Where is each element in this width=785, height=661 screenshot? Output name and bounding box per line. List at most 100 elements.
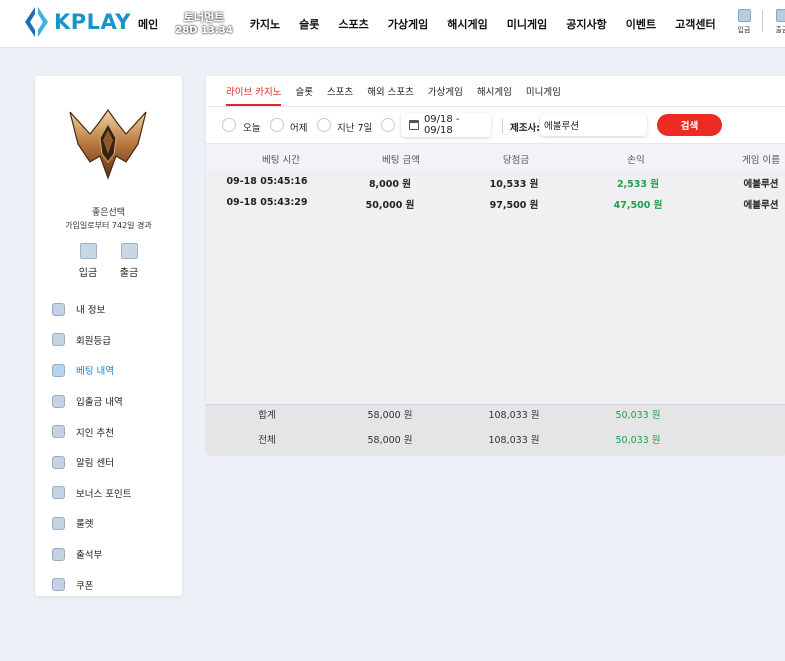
sidebar-item-label: 출석부 <box>76 550 103 562</box>
cell-bet-time: 09-18 05:43:29 <box>226 197 308 208</box>
nav-slot[interactable]: 슬롯 <box>299 16 319 32</box>
sidebar-deposit-label: 입금 <box>78 268 98 279</box>
sidebar-item-transactions[interactable]: 입출금 내역 <box>52 386 131 417</box>
radio-last7[interactable] <box>317 118 331 132</box>
nav-support[interactable]: 고객센터 <box>675 16 715 32</box>
header-divider <box>762 10 763 32</box>
nav-notice[interactable]: 공지사항 <box>566 16 606 32</box>
subtotal-row: 합계 58,000 원 108,033 원 50,033 원 <box>206 407 785 431</box>
subtotal-winnings: 108,033 원 <box>488 410 540 421</box>
tournament-timer: 28D 13:34 <box>175 25 233 36</box>
sidebar-item-my-info[interactable]: 내 정보 <box>52 294 131 325</box>
sidebar-deposit-button[interactable]: 입금 <box>73 243 103 279</box>
header-withdraw-label: 출금 <box>775 26 785 34</box>
maker-input[interactable] <box>540 114 647 136</box>
header-withdraw-button[interactable]: 출금 <box>767 9 785 35</box>
nav-mini[interactable]: 미니게임 <box>507 16 547 32</box>
points-icon <box>52 486 65 500</box>
date-range-picker[interactable]: 09/18 - 09/18 <box>401 113 491 137</box>
top-header: KPLAY 메인 토너먼트 28D 13:34 카지노 슬롯 스포츠 가상게임 … <box>0 0 785 48</box>
radio-today[interactable] <box>222 118 236 132</box>
game-tabs: 라이브 카지노 슬롯 스포츠 해외 스포츠 가상게임 해시게임 미니게임 <box>226 76 575 106</box>
tournament-label: 토너먼트 <box>183 11 225 24</box>
chat-icon <box>52 455 65 469</box>
nav-event[interactable]: 이벤트 <box>626 16 656 32</box>
cell-winnings: 10,533 원 <box>489 179 539 190</box>
sidebar-item-label: 입출금 내역 <box>76 397 123 409</box>
sidebar-item-label: 회원등급 <box>76 335 111 347</box>
sidebar-item-coupon[interactable]: 쿠폰 <box>52 569 131 600</box>
nav-home[interactable]: 메인 <box>138 16 158 32</box>
date-range-value: 09/18 - 09/18 <box>423 114 460 136</box>
header-deposit-label: 입금 <box>737 26 751 34</box>
cell-game-name: 에볼루션 <box>743 179 779 190</box>
tab-sports[interactable]: 스포츠 <box>327 76 353 106</box>
filter-bar: 오늘 어제 지난 7일 09/18 - 09/18 제조사: 검색 <box>206 112 785 138</box>
sidebar: 좋은선택 가입일로부터 742일 경과 입금 출금 내 정보 회원등급 베팅 내… <box>35 76 182 596</box>
tab-live-casino[interactable]: 라이브 카지노 <box>226 76 282 106</box>
nav-virtual[interactable]: 가상게임 <box>388 16 428 32</box>
cell-bet-time: 09-18 05:45:16 <box>226 176 308 187</box>
table-row[interactable]: 09-18 05:43:29 50,000 원 97,500 원 47,500 … <box>206 191 785 215</box>
radio-yesterday-label: 어제 <box>290 123 308 134</box>
maker-label: 제조사: <box>510 123 541 134</box>
sidebar-withdraw-label: 출금 <box>119 268 139 279</box>
radio-today-label: 오늘 <box>243 123 261 134</box>
bet-history-icon <box>52 363 65 377</box>
tab-slot[interactable]: 슬롯 <box>295 76 312 106</box>
sidebar-item-bonus-points[interactable]: 보너스 포인트 <box>52 478 131 509</box>
sidebar-item-roulette[interactable]: 룰렛 <box>52 508 131 539</box>
tab-virtual[interactable]: 가상게임 <box>428 76 463 106</box>
calendar-icon <box>409 120 419 130</box>
sidebar-item-label: 베팅 내역 <box>76 366 114 378</box>
header-deposit-button[interactable]: 입금 <box>729 9 759 35</box>
sidebar-item-label: 룰렛 <box>76 519 94 531</box>
sidebar-item-attendance[interactable]: 출석부 <box>52 539 131 570</box>
total-profit: 50,033 원 <box>615 435 661 446</box>
coupon-icon <box>52 578 65 592</box>
joined-days: 가입일로부터 742일 경과 <box>65 221 152 230</box>
subtotal-bet-amount: 58,000 원 <box>367 410 413 421</box>
nav-casino[interactable]: 카지노 <box>250 16 280 32</box>
nav-hash[interactable]: 해시게임 <box>447 16 487 32</box>
tab-overseas-sports[interactable]: 해외 스포츠 <box>367 76 414 106</box>
withdraw-icon <box>775 9 785 22</box>
subtotal-profit: 50,033 원 <box>615 410 661 421</box>
cell-winnings: 97,500 원 <box>489 200 539 211</box>
radio-yesterday[interactable] <box>270 118 284 132</box>
transactions-icon <box>52 394 65 408</box>
nav-tournament[interactable]: 토너먼트 28D 13:34 <box>175 11 233 37</box>
nav-sports[interactable]: 스포츠 <box>338 16 368 32</box>
sidebar-item-label: 보너스 포인트 <box>76 488 132 500</box>
sidebar-withdraw-button[interactable]: 출금 <box>114 243 144 279</box>
logo-mark-icon <box>25 7 48 37</box>
radio-last7-label: 지난 7일 <box>337 123 373 134</box>
col-game-name: 게임 이름 <box>742 155 780 166</box>
sidebar-item-bet-history[interactable]: 베팅 내역 <box>52 355 131 386</box>
rank-badge-icon <box>68 104 148 187</box>
sidebar-item-label: 내 정보 <box>76 305 106 317</box>
kplay-logo[interactable]: KPLAY <box>24 6 131 38</box>
deposit-icon <box>737 9 751 22</box>
total-row: 전체 58,000 원 108,033 원 50,033 원 <box>206 432 785 454</box>
table-header: 베팅 시간 베팅 금액 당첨금 손익 게임 이름 <box>206 143 785 170</box>
sidebar-item-notifications[interactable]: 알림 센터 <box>52 447 131 478</box>
cell-bet-amount: 50,000 원 <box>365 200 415 211</box>
cell-bet-amount: 8,000 원 <box>368 179 412 190</box>
sidebar-item-referral[interactable]: 지인 추천 <box>52 416 131 447</box>
wallet-icon <box>120 243 138 259</box>
tab-hash[interactable]: 해시게임 <box>477 76 512 106</box>
grade-icon <box>52 333 65 347</box>
main-nav: 메인 토너먼트 28D 13:34 카지노 슬롯 스포츠 가상게임 해시게임 미… <box>131 0 716 48</box>
search-button[interactable]: 검색 <box>657 114 722 136</box>
sidebar-item-membership[interactable]: 회원등급 <box>52 325 131 356</box>
col-bet-time: 베팅 시간 <box>262 155 300 166</box>
sidebar-item-label: 쿠폰 <box>76 580 94 592</box>
subtotal-label: 합계 <box>258 410 276 421</box>
table-body: 09-18 05:45:16 8,000 원 10,533 원 2,533 원 … <box>206 170 785 404</box>
sidebar-item-label: 알림 센터 <box>76 458 114 470</box>
cell-profit: 47,500 원 <box>613 200 663 211</box>
radio-custom[interactable] <box>381 118 395 132</box>
tab-mini[interactable]: 미니게임 <box>526 76 561 106</box>
col-winnings: 당첨금 <box>502 155 530 166</box>
